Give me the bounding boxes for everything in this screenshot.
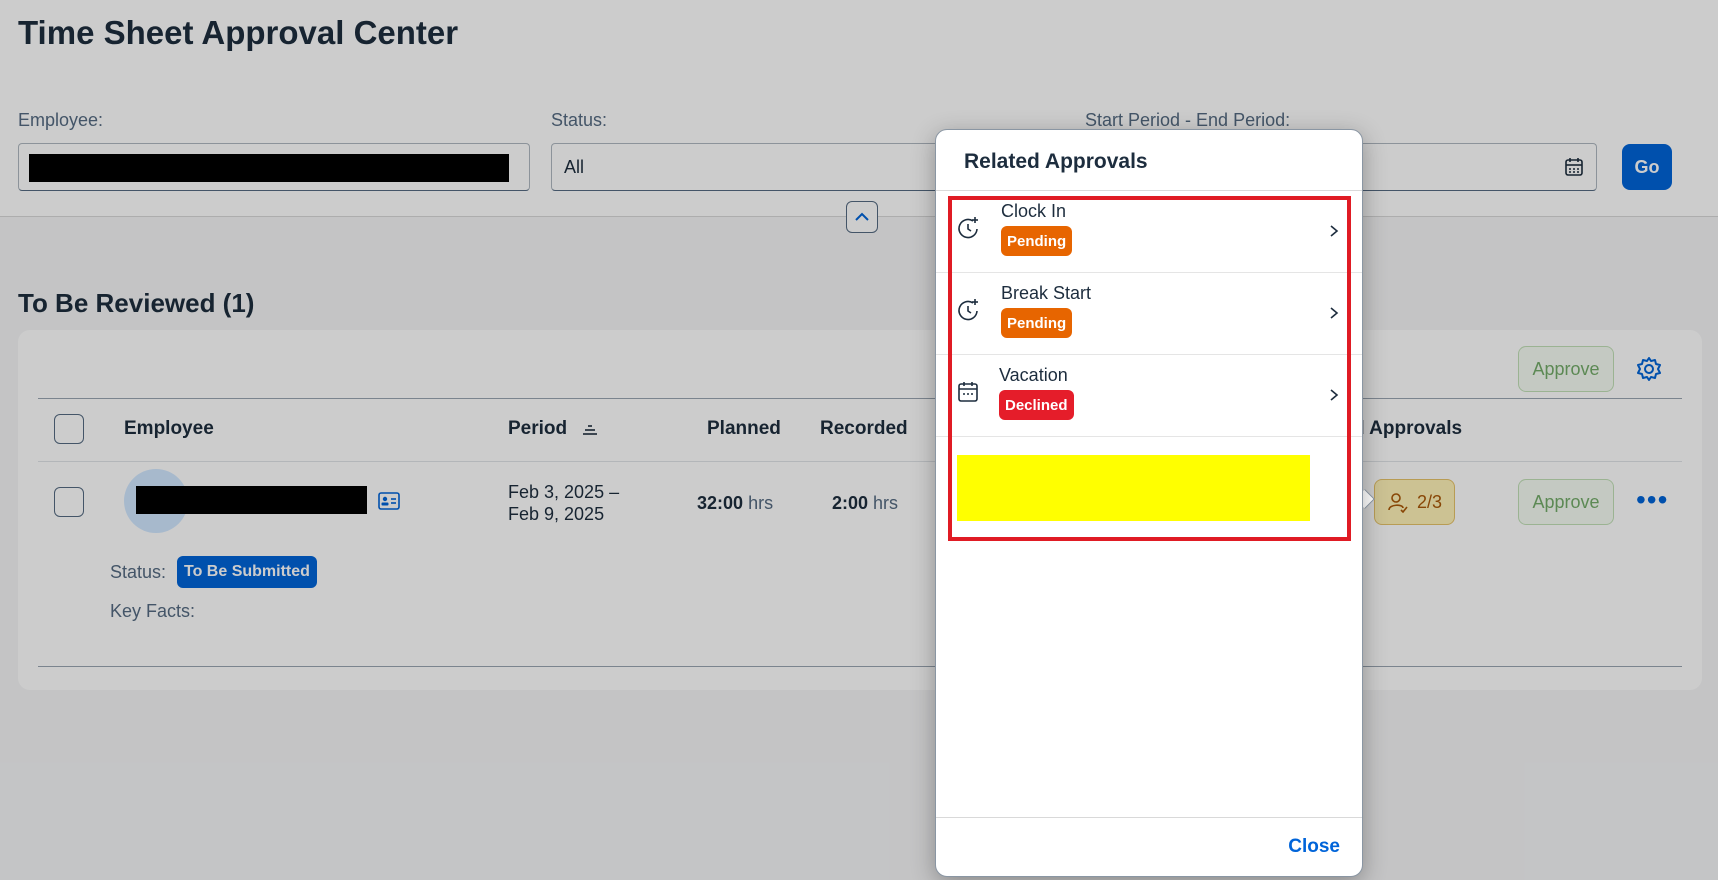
related-approvals-popover: Related Approvals Clock In Pending Break… bbox=[935, 129, 1363, 877]
popover-title: Related Approvals bbox=[964, 150, 1148, 173]
close-button[interactable]: Close bbox=[1288, 836, 1340, 858]
popover-footer-divider bbox=[936, 817, 1362, 818]
red-highlight-frame bbox=[948, 196, 1351, 541]
modal-overlay bbox=[0, 0, 1718, 880]
